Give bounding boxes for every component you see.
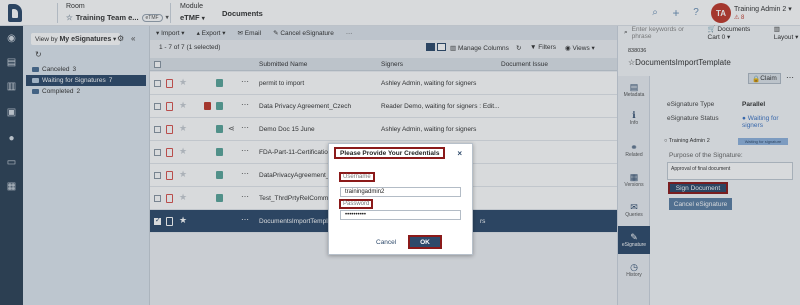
cancel-button[interactable]: Cancel <box>376 239 396 246</box>
password-label: Password <box>339 199 374 209</box>
dialog-title: Please Provide Your Credentials <box>334 147 446 159</box>
password-field[interactable]: •••••••••• <box>340 210 461 220</box>
username-label: Username <box>339 172 375 182</box>
username-field[interactable]: trainingadmin2 <box>340 187 461 197</box>
close-icon[interactable]: × <box>457 149 462 158</box>
credentials-dialog: Please Provide Your Credentials × Userna… <box>328 143 473 255</box>
ok-button[interactable]: OK <box>408 235 442 249</box>
